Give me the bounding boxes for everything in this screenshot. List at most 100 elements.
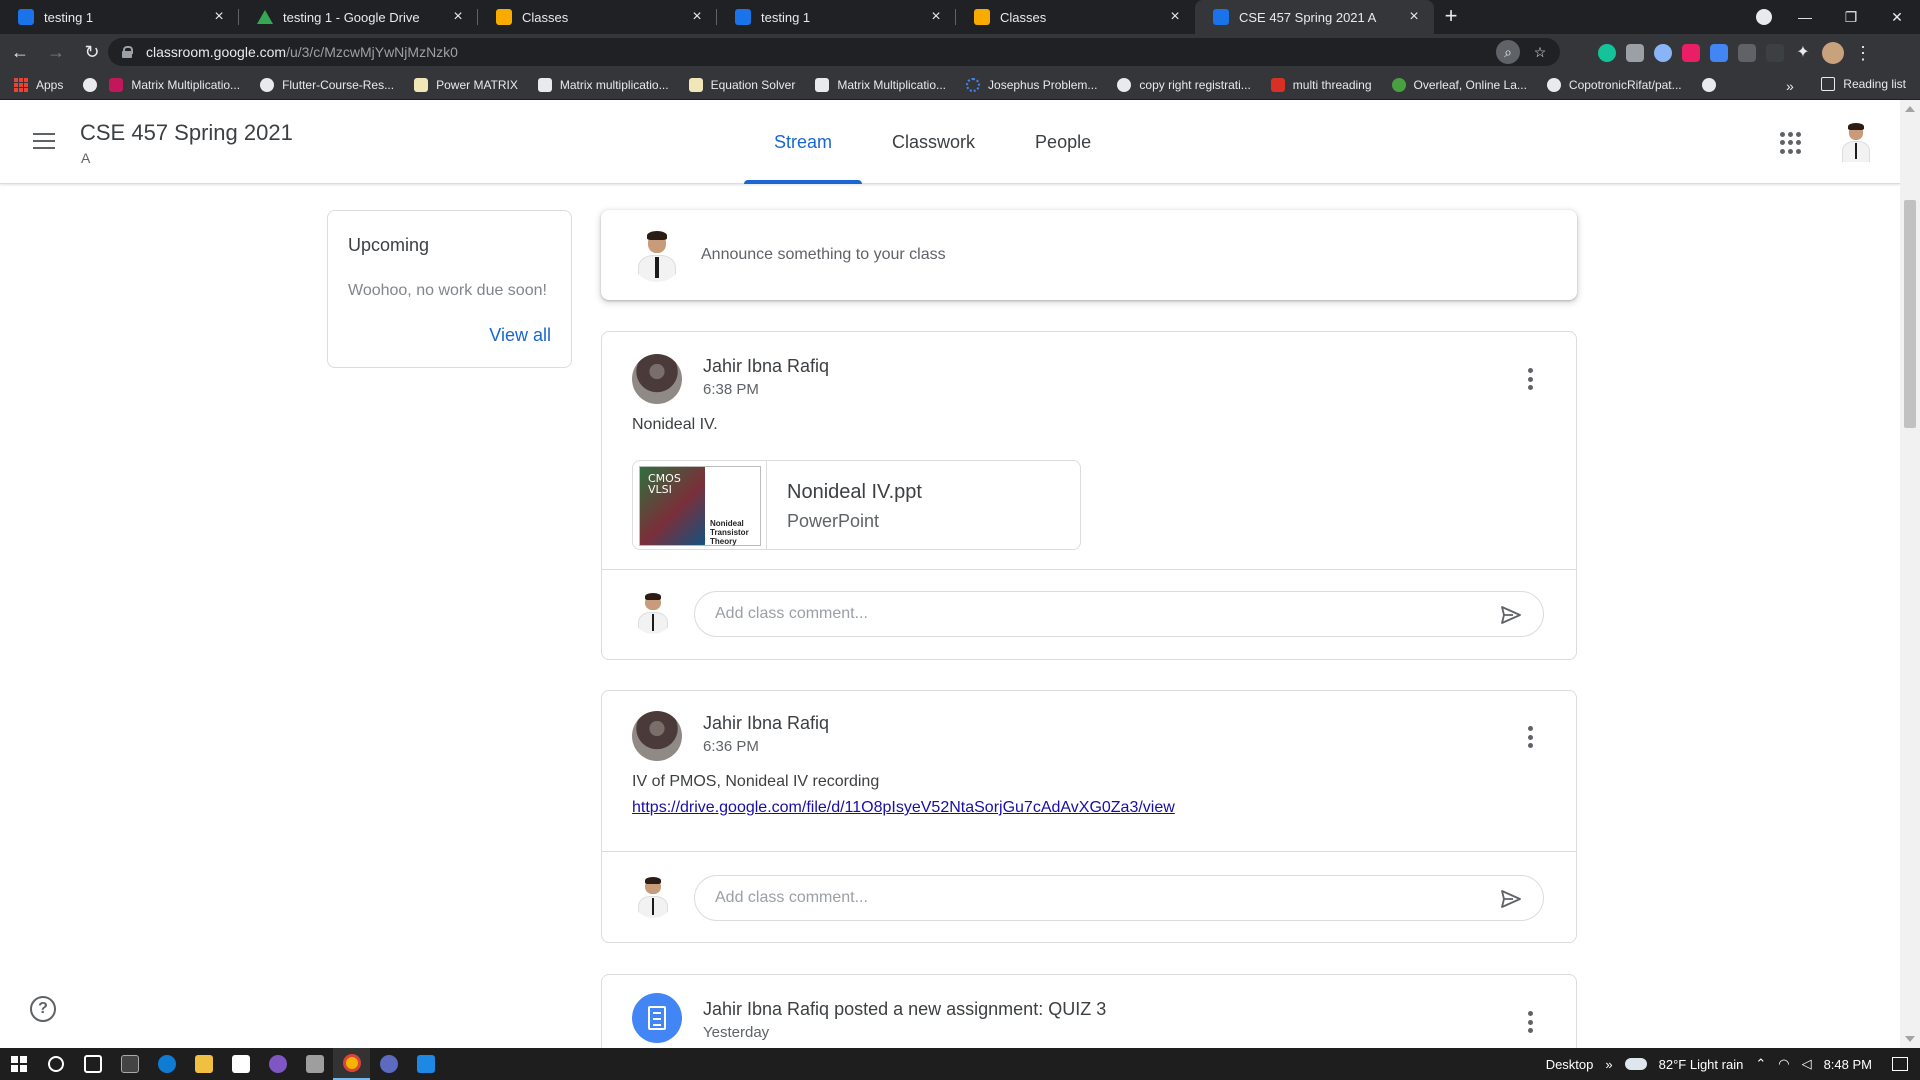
class-comment-input[interactable]: Add class comment... (694, 875, 1544, 921)
tray-chevron-up-icon[interactable]: ⌃ (1755, 1056, 1766, 1072)
bookmark-item[interactable]: Matrix multiplicatio... (537, 77, 669, 92)
chrome-menu-icon[interactable]: ⋮ (1854, 43, 1872, 64)
bookmark-item[interactable]: Equation Solver (688, 77, 795, 92)
camera-extension-icon[interactable] (1626, 44, 1644, 62)
taskbar-app[interactable] (185, 1048, 222, 1080)
grammarly-extension-icon[interactable] (1598, 44, 1616, 62)
extension-icon[interactable] (1738, 44, 1756, 62)
bookmark-item[interactable]: Matrix Multiplicatio... (815, 77, 946, 92)
tab-classwork[interactable]: Classwork (862, 100, 1005, 184)
scrollbar-thumb[interactable] (1904, 200, 1916, 428)
reading-list-button[interactable]: Reading list (1821, 77, 1906, 91)
browser-tab[interactable]: testing 1 - Google Drive × (239, 0, 478, 34)
taskbar-app[interactable] (296, 1048, 333, 1080)
google-apps-icon[interactable] (1780, 132, 1802, 154)
windows-logo-icon (10, 1056, 27, 1072)
task-view-button[interactable] (74, 1048, 111, 1080)
vscode-icon (416, 1055, 435, 1073)
play-extension-icon[interactable] (1682, 44, 1700, 62)
close-tab-icon[interactable]: × (1167, 9, 1183, 25)
cloud-rain-icon[interactable] (1624, 1058, 1647, 1070)
zoom-icon[interactable]: ⌕ (1496, 40, 1520, 64)
browser-tab[interactable]: Classes × (956, 0, 1195, 34)
tab-title: Classes (522, 9, 569, 25)
view-all-link[interactable]: View all (489, 325, 551, 346)
extension-icon[interactable] (1654, 44, 1672, 62)
puzzle-extensions-icon[interactable]: ✦ (1794, 44, 1812, 62)
main-menu-icon[interactable] (33, 133, 55, 149)
bookmark-item[interactable]: Matrix Multiplicatio... (109, 77, 240, 92)
close-tab-icon[interactable]: × (928, 9, 944, 25)
account-avatar[interactable] (1836, 122, 1876, 162)
bookmarks-overflow-chevron-icon[interactable]: » (1786, 78, 1794, 94)
browser-tab[interactable]: Classes × (478, 0, 717, 34)
taskbar-app[interactable] (259, 1048, 296, 1080)
close-tab-icon[interactable]: × (450, 9, 466, 25)
comment-row: Add class comment... (602, 851, 1576, 943)
more-vert-icon[interactable] (1528, 1011, 1534, 1033)
bookmark-item[interactable] (1701, 77, 1724, 92)
bookmark-item[interactable]: Power MATRIX (414, 77, 518, 92)
tab-search-icon[interactable] (1756, 9, 1772, 25)
close-tab-icon[interactable]: × (211, 9, 227, 25)
search-button[interactable] (37, 1048, 74, 1080)
bookmark-item[interactable]: Flutter-Course-Res... (260, 77, 394, 92)
bookmark-item[interactable]: CopotronicRifat/pat... (1546, 77, 1682, 92)
announce-box[interactable]: Announce something to your class (601, 210, 1577, 300)
clock[interactable]: 8:48 PM (1824, 1057, 1872, 1072)
taskbar-app[interactable] (222, 1048, 259, 1080)
browser-tab[interactable]: testing 1 × (0, 0, 239, 34)
weather-text[interactable]: 82°F Light rain (1659, 1057, 1744, 1072)
close-window-icon[interactable]: ✕ (1874, 0, 1920, 34)
browser-tab[interactable]: testing 1 × (717, 0, 956, 34)
taskbar-chrome[interactable] (333, 1048, 370, 1080)
scroll-up-arrow-icon[interactable] (1905, 106, 1915, 112)
desktop-toolbar-label[interactable]: Desktop (1546, 1057, 1594, 1072)
desktop-chevron-icon[interactable]: » (1605, 1057, 1612, 1072)
send-icon[interactable] (1499, 603, 1523, 627)
taskbar-app[interactable] (370, 1048, 407, 1080)
volume-icon[interactable]: ◁ (1802, 1056, 1812, 1072)
new-tab-button[interactable]: + (1434, 0, 1468, 34)
taskbar-vscode[interactable] (407, 1048, 444, 1080)
bookmark-star-icon[interactable]: ☆ (1528, 40, 1552, 64)
browser-tab-active[interactable]: CSE 457 Spring 2021 A × (1195, 0, 1434, 34)
close-tab-icon[interactable]: × (689, 9, 705, 25)
taskbar-app[interactable] (148, 1048, 185, 1080)
bookmark-item[interactable]: Josephus Problem... (966, 77, 1097, 92)
attachment-card[interactable]: CMOS VLSI Nonideal Transistor Theory Nonide… (632, 460, 1081, 550)
help-icon[interactable]: ? (30, 996, 56, 1022)
thumbnail-title: CMOS VLSI (648, 472, 681, 496)
bookmark-item[interactable] (83, 77, 98, 92)
restore-icon[interactable]: ❐ (1828, 0, 1874, 34)
post-link[interactable]: https://drive.google.com/file/d/11O8pIsy… (632, 799, 1175, 817)
assignment-post[interactable]: Jahir Ibna Rafiq posted a new assignment… (601, 974, 1577, 1054)
more-vert-icon[interactable] (1528, 368, 1534, 390)
more-vert-icon[interactable] (1528, 726, 1534, 748)
minimize-icon[interactable]: — (1782, 0, 1828, 34)
network-icon[interactable]: ◠ (1778, 1056, 1789, 1072)
chrome-profile-avatar[interactable] (1822, 42, 1844, 64)
address-bar[interactable]: classroom.google.com/u/3/c/MzcwMjYwNjMzN… (108, 38, 1560, 66)
page-scrollbar[interactable] (1900, 100, 1920, 1048)
tab-people[interactable]: People (1005, 100, 1121, 184)
bookmark-item[interactable]: multi threading (1270, 77, 1372, 92)
taskbar-app[interactable] (111, 1048, 148, 1080)
reload-icon[interactable]: ↻ (76, 36, 108, 68)
download-extension-icon[interactable] (1710, 44, 1728, 62)
tab-stream[interactable]: Stream (744, 100, 863, 184)
forward-arrow-icon[interactable]: → (40, 36, 72, 68)
notifications-icon[interactable] (1892, 1057, 1908, 1071)
pen-extension-icon[interactable] (1766, 44, 1784, 62)
page-title[interactable]: CSE 457 Spring 2021 (80, 120, 293, 146)
class-comment-input[interactable]: Add class comment... (694, 591, 1544, 637)
bookmark-item[interactable]: Overleaf, Online La... (1391, 77, 1527, 92)
start-button[interactable] (0, 1048, 37, 1080)
back-arrow-icon[interactable]: ← (4, 36, 36, 68)
send-icon[interactable] (1499, 887, 1523, 911)
bookmark-item[interactable]: copy right registrati... (1117, 77, 1251, 92)
bookmark-apps[interactable]: Apps (14, 77, 63, 92)
lock-icon[interactable] (122, 46, 133, 58)
scroll-down-arrow-icon[interactable] (1905, 1036, 1915, 1042)
close-tab-icon[interactable]: × (1406, 9, 1422, 25)
